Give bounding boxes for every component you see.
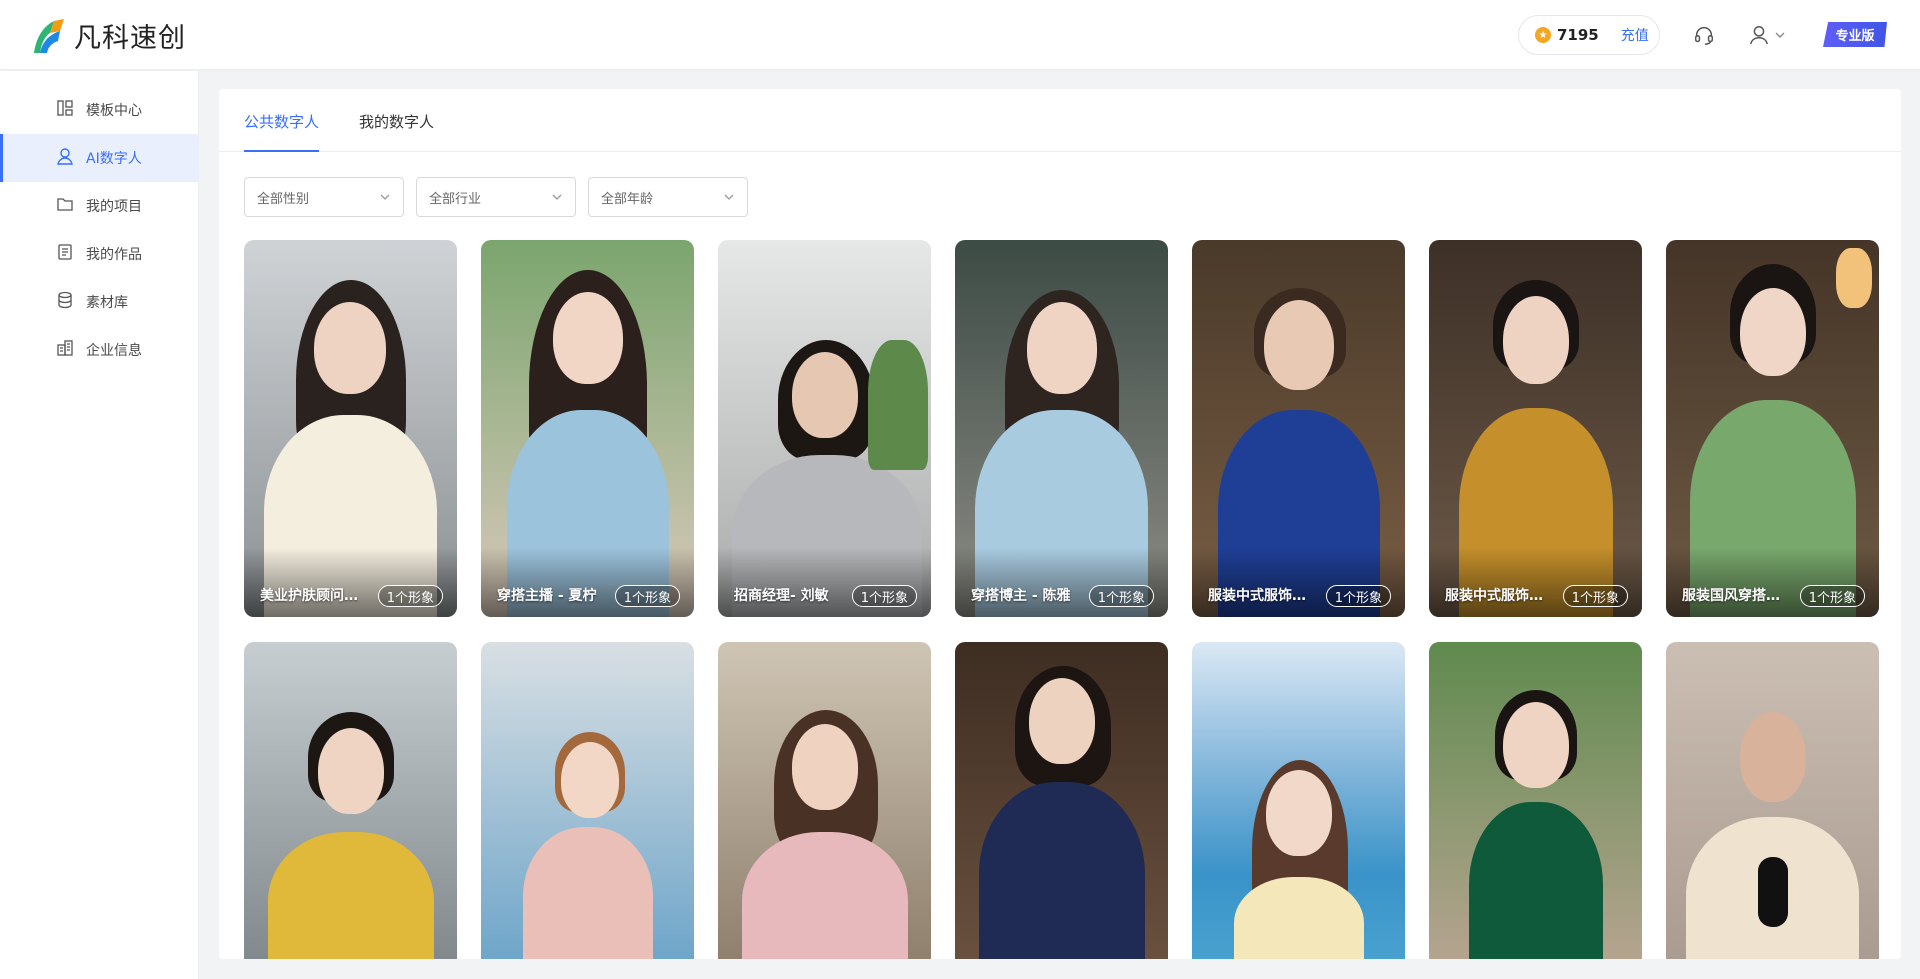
recharge-button[interactable]: 充值 — [1621, 25, 1649, 45]
building-icon — [56, 339, 74, 361]
card-variant-count: 1个形象 — [1799, 585, 1865, 607]
headset-icon[interactable] — [1691, 22, 1717, 48]
digital-human-card[interactable] — [1429, 642, 1642, 959]
main-panel: 公共数字人 我的数字人 全部性别 全部行业 全部年龄 美业护肤顾问… 1个形象 … — [219, 89, 1901, 959]
age-filter-select[interactable]: 全部年龄 — [588, 177, 748, 217]
card-title: 服装国风穿搭… — [1682, 588, 1780, 604]
logo-text: 凡科速创 — [74, 23, 186, 54]
sidebar-item-label: 素材库 — [86, 295, 128, 311]
digital-human-card[interactable]: 服装中式服饰… 1个形象 — [1192, 240, 1405, 617]
sidebar-item-label: AI数字人 — [86, 151, 142, 167]
tab-my-digital-humans[interactable]: 我的数字人 — [359, 111, 434, 152]
card-title: 穿搭博主 - 陈雅 — [971, 588, 1071, 604]
sidebar-item-my-projects[interactable]: 我的项目 — [0, 182, 199, 230]
digital-human-card[interactable] — [955, 642, 1168, 959]
filter-value: 全部性别 — [257, 191, 310, 207]
card-title: 服装中式服饰… — [1445, 588, 1543, 604]
digital-human-card[interactable]: 穿搭主播 - 夏柠 1个形象 — [481, 240, 694, 617]
digital-human-card[interactable] — [1192, 642, 1405, 959]
digital-human-card[interactable]: 穿搭博主 - 陈雅 1个形象 — [955, 240, 1168, 617]
logo[interactable]: 凡科速创 — [30, 16, 186, 55]
card-title: 穿搭主播 - 夏柠 — [497, 588, 597, 604]
user-icon — [56, 147, 74, 169]
sidebar-item-asset-library[interactable]: 素材库 — [0, 278, 199, 326]
sidebar: 模板中心 AI数字人 我的项目 我的作品 素材库 企业信息 — [0, 71, 199, 979]
sidebar-item-label: 模板中心 — [86, 103, 142, 119]
digital-human-card[interactable] — [718, 642, 931, 959]
digital-human-card[interactable]: 美业护肤顾问… 1个形象 — [244, 240, 457, 617]
coin-icon: ★ — [1535, 27, 1551, 43]
database-icon — [56, 291, 74, 313]
card-title: 招商经理- 刘敏 — [734, 588, 829, 604]
filter-value: 全部年龄 — [601, 191, 654, 207]
chevron-down-icon[interactable] — [1772, 22, 1788, 48]
industry-filter-select[interactable]: 全部行业 — [416, 177, 576, 217]
document-icon — [56, 243, 74, 265]
card-variant-count: 1个形象 — [1325, 585, 1391, 607]
card-variant-count: 1个形象 — [851, 585, 917, 607]
folder-icon — [56, 195, 74, 217]
sidebar-item-my-works[interactable]: 我的作品 — [0, 230, 199, 278]
pro-badge[interactable]: 专业版 — [1823, 22, 1887, 47]
digital-human-card[interactable]: 招商经理- 刘敏 1个形象 — [718, 240, 931, 617]
card-title: 服装中式服饰… — [1208, 588, 1306, 604]
filter-value: 全部行业 — [429, 191, 482, 207]
user-avatar-icon[interactable] — [1746, 22, 1772, 48]
digital-human-card[interactable]: 服装中式服饰… 1个形象 — [1429, 240, 1642, 617]
sidebar-item-label: 企业信息 — [86, 343, 142, 359]
digital-human-card[interactable] — [481, 642, 694, 959]
digital-human-card[interactable] — [1666, 642, 1879, 959]
digital-human-card[interactable] — [244, 642, 457, 959]
sidebar-item-label: 我的作品 — [86, 247, 142, 263]
card-variant-count: 1个形象 — [614, 585, 680, 607]
chevron-down-icon — [552, 194, 562, 200]
card-title: 美业护肤顾问… — [260, 588, 358, 604]
sidebar-item-company-info[interactable]: 企业信息 — [0, 326, 199, 374]
tab-bar: 公共数字人 我的数字人 — [219, 89, 1901, 152]
chevron-down-icon — [724, 194, 734, 200]
logo-icon — [30, 17, 68, 55]
template-icon — [56, 99, 74, 121]
card-variant-count: 1个形象 — [1562, 585, 1628, 607]
sidebar-item-label: 我的项目 — [86, 199, 142, 215]
card-variant-count: 1个形象 — [377, 585, 443, 607]
points-value: 7195 — [1557, 26, 1599, 44]
chevron-down-icon — [380, 194, 390, 200]
card-variant-count: 1个形象 — [1088, 585, 1154, 607]
gender-filter-select[interactable]: 全部性别 — [244, 177, 404, 217]
microphone-icon — [1758, 857, 1788, 927]
sidebar-item-ai-digital-human[interactable]: AI数字人 — [0, 134, 199, 182]
top-header: 凡科速创 ★ 7195 充值 专业版 — [0, 0, 1920, 70]
tab-public-digital-humans[interactable]: 公共数字人 — [244, 111, 320, 152]
digital-human-card[interactable]: 服装国风穿搭… 1个形象 — [1666, 240, 1879, 617]
points-balance[interactable]: ★ 7195 充值 — [1518, 15, 1660, 55]
sidebar-item-templates[interactable]: 模板中心 — [0, 86, 199, 134]
